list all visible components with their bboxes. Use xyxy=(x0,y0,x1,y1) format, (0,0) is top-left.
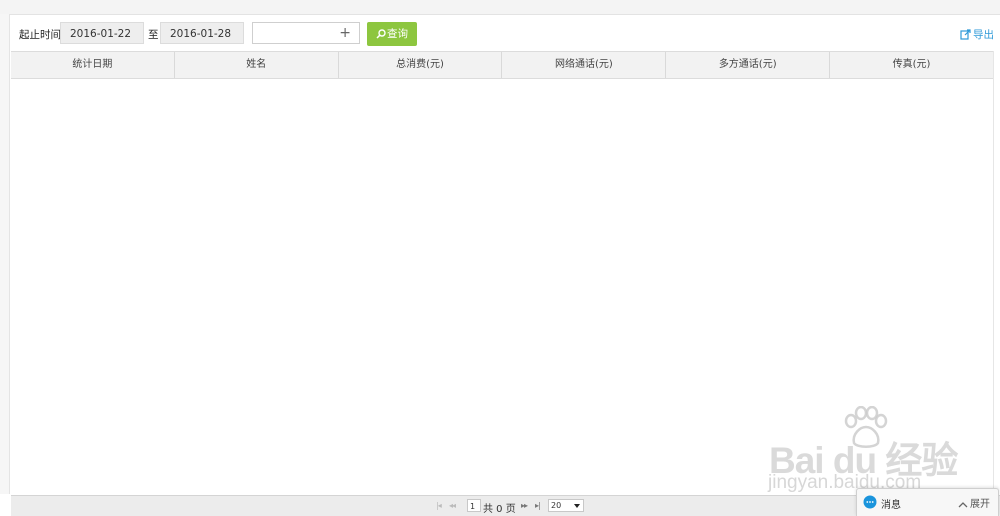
export-link[interactable]: 导出 xyxy=(960,27,994,42)
column-stat-date[interactable]: 统计日期 xyxy=(11,52,175,78)
search-icon xyxy=(376,29,386,39)
end-date-input[interactable]: 2016-01-28 xyxy=(160,22,244,44)
column-fax[interactable]: 传真(元) xyxy=(830,52,993,78)
column-network-call[interactable]: 网络通话(元) xyxy=(502,52,667,78)
member-select-field[interactable]: + xyxy=(252,22,360,44)
filter-toolbar: 起止时间 2016-01-22 至 2016-01-28 + 查询 导出 xyxy=(19,22,994,46)
export-icon xyxy=(960,29,971,40)
page-size-select[interactable]: 20 xyxy=(548,499,584,512)
column-total-cost[interactable]: 总消费(元) xyxy=(339,52,503,78)
chevron-down-icon xyxy=(574,504,580,508)
search-button-label: 查询 xyxy=(387,28,408,40)
search-button[interactable]: 查询 xyxy=(367,22,417,46)
table-header: 统计日期 姓名 总消费(元) 网络通话(元) 多方通话(元) 传真(元) xyxy=(11,51,993,79)
first-page-icon[interactable]: |◂ xyxy=(436,501,442,510)
next-page-icon[interactable]: ▸▸ xyxy=(521,501,528,510)
expand-button[interactable]: 展开 xyxy=(958,495,990,510)
start-date-input[interactable]: 2016-01-22 xyxy=(60,22,144,44)
page-size-value: 20 xyxy=(551,501,562,510)
message-label: 消息 xyxy=(881,500,901,511)
total-pages-label: 共 0 页 xyxy=(483,504,516,515)
chevron-up-icon xyxy=(958,502,968,508)
page-number-input[interactable]: 1 xyxy=(467,499,481,512)
chat-bubble-icon xyxy=(863,495,877,509)
last-page-icon[interactable]: ▸| xyxy=(535,501,541,510)
export-label: 导出 xyxy=(973,29,994,41)
expand-label: 展开 xyxy=(970,499,990,510)
message-panel[interactable]: 消息 展开 xyxy=(856,488,999,516)
date-range-label: 起止时间 xyxy=(19,29,61,41)
plus-icon[interactable]: + xyxy=(339,24,351,42)
left-strip xyxy=(0,14,10,494)
date-separator: 至 xyxy=(148,29,159,41)
column-conference-call[interactable]: 多方通话(元) xyxy=(666,52,831,78)
column-name[interactable]: 姓名 xyxy=(175,52,339,78)
prev-page-icon[interactable]: ◂◂ xyxy=(449,501,456,510)
top-bar xyxy=(0,0,1000,15)
